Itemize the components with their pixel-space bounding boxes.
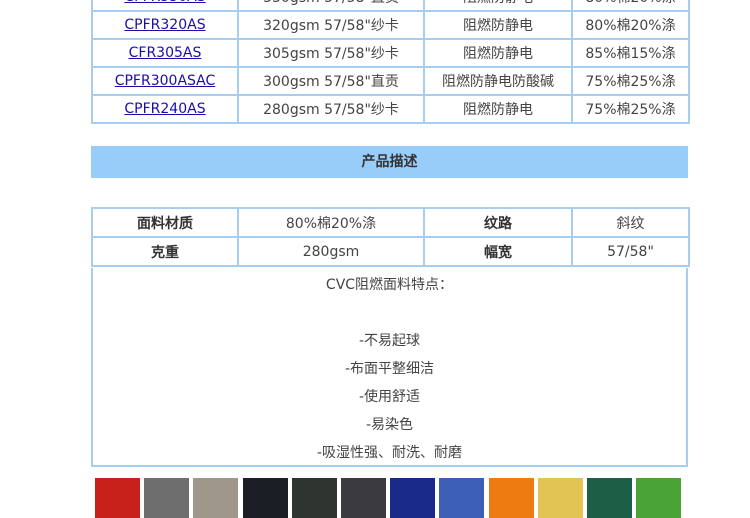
material-label: 面料材质 — [91, 207, 239, 238]
weight-label: 克重 — [91, 236, 239, 267]
product-composition-cell: 80%棉20%涤 — [571, 10, 690, 40]
product-composition-cell: 75%棉25%涤 — [571, 94, 690, 124]
features-panel: CVC阻燃面料特点： -不易起球 -布面平整细洁 -使用舒适 -易染色 -吸湿性… — [91, 268, 688, 467]
product-table: CPFR330AS330gsm 57/58"直贡阻燃防静电80%棉20%涤CPF… — [91, 0, 690, 124]
weave-label: 纹路 — [423, 207, 573, 238]
color-swatch-strip — [95, 478, 690, 518]
spacer-row — [91, 178, 688, 208]
product-code-link-cell: CPFR240AS — [91, 94, 239, 124]
width-label: 幅宽 — [423, 236, 573, 267]
product-composition-cell: 85%棉15%涤 — [571, 38, 690, 68]
fabric-color-swatch[interactable] — [390, 478, 436, 518]
fabric-color-swatch[interactable] — [587, 478, 632, 518]
product-code-link-cell: CPFR330AS — [91, 0, 239, 12]
product-row: CPFR300ASAC 300gsm 57/58"直贡 阻燃防静电防酸碱 75%棉25… — [91, 66, 690, 96]
product-code-link-cell: CFR305AS — [91, 38, 239, 68]
feature-item: -布面平整细洁 — [344, 361, 435, 377]
product-function-cell: 阻燃防静电 — [423, 10, 573, 40]
features-gap — [93, 299, 686, 327]
spec-table: 面料材质 80%棉20%涤 纹路 斜纹 克重 280gsm 幅宽 57/58" — [91, 207, 690, 267]
spec-row: 面料材质 80%棉20%涤 纹路 斜纹 — [91, 207, 690, 238]
product-row: CFR305AS 305gsm 57/58"纱卡 阻燃防静电 85%棉15%涤 — [91, 38, 690, 68]
product-composition-cell: 80%棉20%涤 — [571, 0, 690, 12]
material-value: 80%棉20%涤 — [237, 207, 425, 238]
product-row: CPFR320AS 320gsm 57/58"纱卡 阻燃防静电 80%棉20%涤 — [91, 10, 690, 40]
product-row: CPFR240AS 280gsm 57/58"纱卡 阻燃防静电 75%棉25%涤 — [91, 94, 690, 124]
product-code-link[interactable]: CPFR320AS — [124, 17, 205, 33]
feature-item: -易染色 — [365, 417, 414, 433]
product-spec-cell: 305gsm 57/58"纱卡 — [237, 38, 425, 68]
weave-value: 斜纹 — [571, 207, 690, 238]
fabric-color-swatch[interactable] — [242, 478, 288, 518]
feature-item: -不易起球 — [358, 333, 421, 349]
product-row: CPFR330AS 330gsm 57/58"直贡阻燃防静电80%棉20%涤 — [91, 0, 690, 12]
product-function-cell: 阻燃防静电 — [423, 94, 573, 124]
product-spec-cell: 320gsm 57/58"纱卡 — [237, 10, 425, 40]
product-code-link[interactable]: CFR305AS — [129, 45, 202, 61]
fabric-color-swatch[interactable] — [341, 478, 386, 518]
fabric-color-swatch[interactable] — [636, 478, 682, 518]
features-title: CVC阻燃面料特点： — [325, 277, 454, 293]
width-value: 57/58" — [571, 236, 690, 267]
fabric-color-swatch[interactable] — [537, 478, 583, 518]
fabric-color-swatch[interactable] — [291, 478, 337, 518]
fabric-color-swatch[interactable] — [488, 478, 534, 518]
fabric-color-swatch[interactable] — [144, 478, 190, 518]
spec-row: 克重 280gsm 幅宽 57/58" — [91, 236, 690, 267]
section-title-product-description: 产品描述 — [91, 146, 688, 178]
feature-item: -使用舒适 — [358, 389, 421, 405]
weight-value: 280gsm — [237, 236, 425, 267]
product-function-cell: 阻燃防静电 — [423, 38, 573, 68]
product-spec-cell: 330gsm 57/58"直贡 — [237, 0, 425, 12]
product-code-link[interactable]: CPFR240AS — [124, 101, 205, 117]
product-spec-cell: 280gsm 57/58"纱卡 — [237, 94, 425, 124]
fabric-color-swatch[interactable] — [95, 478, 140, 518]
fabric-color-swatch[interactable] — [193, 478, 239, 518]
feature-item: -吸湿性强、耐洗、耐磨 — [316, 445, 463, 461]
product-function-cell: 阻燃防静电防酸碱 — [423, 66, 573, 96]
product-function-cell: 阻燃防静电 — [423, 0, 573, 12]
product-code-link[interactable]: CPFR330AS — [124, 0, 205, 5]
product-spec-cell: 300gsm 57/58"直贡 — [237, 66, 425, 96]
product-code-link-cell: CPFR320AS — [91, 10, 239, 40]
fabric-color-swatch[interactable] — [439, 478, 485, 518]
product-code-link[interactable]: CPFR300ASAC — [115, 73, 216, 89]
product-composition-cell: 75%棉25%涤 — [571, 66, 690, 96]
product-code-link-cell: CPFR300ASAC — [91, 66, 239, 96]
